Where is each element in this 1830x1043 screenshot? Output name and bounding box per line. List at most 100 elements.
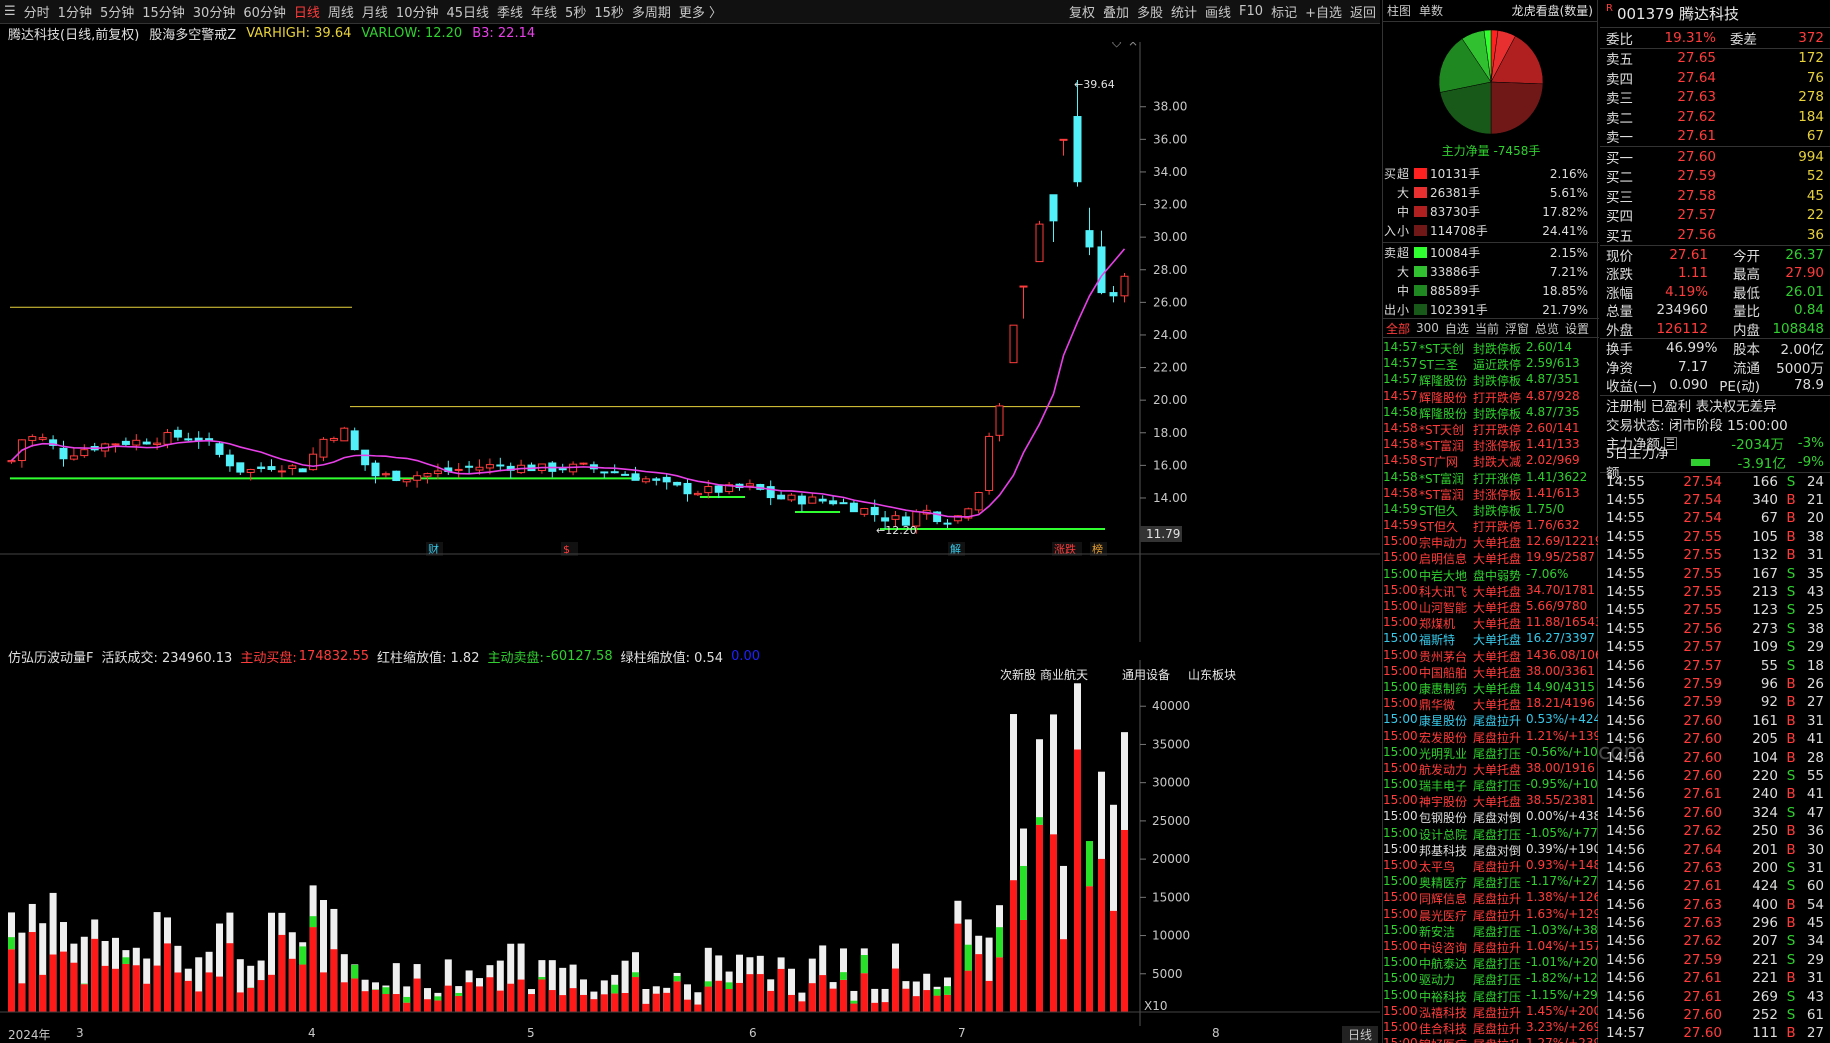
period-tab-15[interactable]: 多周期 [628,2,675,21]
alert-row[interactable]: 14:57 辉隆股份 封跌停板 4.87/351 [1383,372,1599,388]
alert-row[interactable]: 15:00 设计总院 尾盘打压 -1.05%/+77 [1383,826,1599,842]
alert-tab-1[interactable]: 300 [1416,321,1439,335]
bids-level[interactable]: 买三 27.58 45 [1600,186,1830,206]
alert-row[interactable]: 14:58 辉隆股份 封跌停板 4.87/735 [1383,405,1599,421]
bids-level[interactable]: 买一 27.60 994 [1600,147,1830,167]
toolbar-action-1[interactable]: 叠加 [1099,2,1133,21]
board-tag-3[interactable]: 通用设备 [1122,666,1170,683]
alert-row[interactable]: 15:00 驱动力 尾盘打压 -1.82%/+12 [1383,971,1599,987]
board-tag-4[interactable]: 山东板块 [1188,666,1236,683]
alert-row[interactable]: 14:59 ST但久 打开跌停 1.76/632 [1383,518,1599,534]
alert-row[interactable]: 15:00 康惠制药 大单托盘 14.90/4315 [1383,680,1599,696]
alert-row[interactable]: 15:00 启明信息 大单托盘 19.95/2587 [1383,550,1599,566]
candlestick-chart[interactable]: 38.00 36.00 34.00 32.00 30.00 28.00 26.00 24.00… [0,42,1380,642]
period-tab-7[interactable]: 周线 [324,2,358,21]
period-tab-6[interactable]: 日线 [290,2,324,21]
alert-row[interactable]: 15:00 佳合科技 尾盘拉升 3.23%/+269 [1383,1020,1599,1036]
alert-row[interactable]: 15:00 中国船舶 大单托盘 38.00/3361 [1383,664,1599,680]
alert-row[interactable]: 15:00 泓禧科技 尾盘拉升 1.45%/+200 [1383,1004,1599,1020]
period-tab-12[interactable]: 年线 [527,2,561,21]
period-tab-4[interactable]: 30分钟 [189,2,240,21]
alert-row[interactable]: 15:00 郑煤机 大单托盘 11.88/16543 [1383,615,1599,631]
alert-row[interactable]: 14:58 *ST富润 封涨停板 1.41/133 [1383,437,1599,453]
alert-tab-4[interactable]: 浮窗 [1505,320,1529,337]
period-tab-13[interactable]: 5秒 [561,2,590,21]
alert-row[interactable]: 15:00 晨光医疗 尾盘拉升 1.63%/+129 [1383,907,1599,923]
bids-level[interactable]: 买五 27.56 36 [1600,225,1830,245]
tab-count[interactable]: 单数 [1415,2,1447,19]
period-tag[interactable]: 日线 [1342,1026,1379,1043]
period-tab-2[interactable]: 5分钟 [96,2,138,21]
alert-row[interactable]: 15:00 中设咨询 尾盘拉升 1.04%/+157 [1383,939,1599,955]
alert-row[interactable]: 14:58 *ST富润 打开涨停 1.41/3622 [1383,470,1599,486]
tab-bar-chart[interactable]: 柱图 [1383,2,1415,19]
toolbar-action-0[interactable]: 复权 [1065,2,1099,21]
alert-row[interactable]: 14:58 *ST天创 打开跌停 2.60/141 [1383,421,1599,437]
expand-icon[interactable]: ◇ [1112,42,1122,49]
alert-row[interactable]: 15:00 瑞丰电子 尾盘打压 -0.95%/+10 [1383,777,1599,793]
volume-chart[interactable]: 40000 35000 30000 25000 20000 15000 10000 5000 X… [0,660,1380,1026]
toolbar-action-5[interactable]: F10 [1235,4,1267,19]
period-tab-11[interactable]: 季线 [493,2,527,21]
period-tab-14[interactable]: 15秒 [590,2,628,21]
alert-row[interactable]: 14:59 ST但久 封跌停板 1.75/0 [1383,502,1599,518]
indicator-name[interactable]: 股海多空警戒Z [149,24,236,43]
asks-level[interactable]: 卖四 27.64 76 [1600,68,1830,88]
alert-row[interactable]: 15:00 科大讯飞 大单托盘 34.70/1781 [1383,583,1599,599]
alert-row[interactable]: 15:00 神宇股份 大单托盘 38.55/2381 [1383,793,1599,809]
toolbar-action-6[interactable]: 标记 [1267,2,1301,21]
alert-row[interactable]: 15:00 奥精医疗 尾盘打压 -1.17%/+27 [1383,874,1599,890]
alert-row[interactable]: 15:00 航发动力 大单托盘 38.00/1916 [1383,761,1599,777]
period-tab-8[interactable]: 月线 [358,2,392,21]
board-tag-2[interactable]: 商业航天 [1040,666,1088,683]
alert-row[interactable]: 15:00 山河智能 大单托盘 5.66/9780 [1383,599,1599,615]
board-tag-1[interactable]: 次新股 [1000,666,1036,683]
toolbar-action-7[interactable]: +自选 [1301,2,1346,21]
alert-row[interactable]: 14:57 *ST天创 封跌停板 2.60/14 [1383,340,1599,356]
alert-row[interactable]: 15:00 宗申动力 大单托盘 12.69/12219 [1383,534,1599,550]
alert-row[interactable]: 14:57 ST三圣 逼近跌停 2.59/613 [1383,356,1599,372]
alert-row[interactable]: 15:00 中航泰达 尾盘打压 -1.01%/+20 [1383,955,1599,971]
alert-row[interactable]: 15:00锦好医疗尾盘拉升1.27%/+239 [1383,1036,1599,1043]
close-icon[interactable]: × [1128,42,1138,49]
alert-row[interactable]: 15:00 中裕科技 尾盘打压 -1.15%/+29 [1383,988,1599,1004]
alert-row[interactable]: 15:00 太平鸟 尾盘拉升 0.93%/+148 [1383,858,1599,874]
alert-row[interactable]: 15:00 鼎华微 大单托盘 18.21/4196 [1383,696,1599,712]
alert-tab-2[interactable]: 自选 [1445,320,1469,337]
alert-row[interactable]: 15:00 光明乳业 尾盘打压 -0.56%/+10 [1383,745,1599,761]
toolbar-action-4[interactable]: 画线 [1201,2,1235,21]
asks-level[interactable]: 卖五 27.65 172 [1600,49,1830,68]
period-tab-10[interactable]: 45日线 [442,2,493,21]
asks-level[interactable]: 卖一 27.61 67 [1600,127,1830,146]
period-tab-5[interactable]: 60分钟 [239,2,290,21]
alert-row[interactable]: 15:00 宏发股份 尾盘拉升 1.21%/+139 [1383,729,1599,745]
alert-row[interactable]: 15:00 康星股份 尾盘拉升 0.53%/+424 [1383,712,1599,728]
period-tab-16[interactable]: 更多 〉 [675,2,726,21]
alert-row[interactable]: 15:00 贵州茅台 大单托盘 1436.08/106 [1383,648,1599,664]
alert-row[interactable]: 14:58 *ST富润 封涨停板 1.41/613 [1383,486,1599,502]
toolbar-action-2[interactable]: 多股 [1133,2,1167,21]
bids-level[interactable]: 买四 27.57 22 [1600,206,1830,225]
toolbar-action-8[interactable]: 返回 [1346,2,1380,21]
alert-row[interactable]: 15:00 同辉信息 尾盘拉升 1.38%/+126 [1383,890,1599,906]
alert-row[interactable]: 15:00 邦基科技 尾盘对倒 0.39%/+190 [1383,842,1599,858]
toolbar-action-3[interactable]: 统计 [1167,2,1201,21]
period-tab-3[interactable]: 15分钟 [138,2,189,21]
alert-row[interactable]: 14:57 辉隆股份 打开跌停 4.87/928 [1383,389,1599,405]
alert-tab-0[interactable]: 全部 [1386,320,1410,337]
period-tab-1[interactable]: 1分钟 [54,2,96,21]
asks-level[interactable]: 卖三 27.63 278 [1600,88,1830,107]
period-tab-0[interactable]: 分时 [20,2,54,21]
alert-tab-6[interactable]: 设置 [1565,320,1589,337]
alert-row[interactable]: 15:00 福斯特 大单托盘 16.27/3397 [1383,631,1599,647]
alert-tab-5[interactable]: 总览 [1535,320,1559,337]
alert-row[interactable]: 15:00 包钢股份 尾盘对倒 0.00%/+438 [1383,809,1599,825]
alert-row[interactable]: 14:58 ST广网 封跌大减 2.02/969 [1383,453,1599,469]
alert-tab-3[interactable]: 当前 [1475,320,1499,337]
alert-row[interactable]: 15:00 中岩大地 盘中弱势 -7.06% [1383,567,1599,583]
bids-level[interactable]: 买二 27.59 52 [1600,167,1830,186]
menu-icon[interactable]: ☰ [0,4,20,19]
asks-level[interactable]: 卖二 27.62 184 [1600,107,1830,127]
alert-row[interactable]: 15:00 新安洁 尾盘打压 -1.03%/+38 [1383,923,1599,939]
period-tab-9[interactable]: 10分钟 [392,2,443,21]
